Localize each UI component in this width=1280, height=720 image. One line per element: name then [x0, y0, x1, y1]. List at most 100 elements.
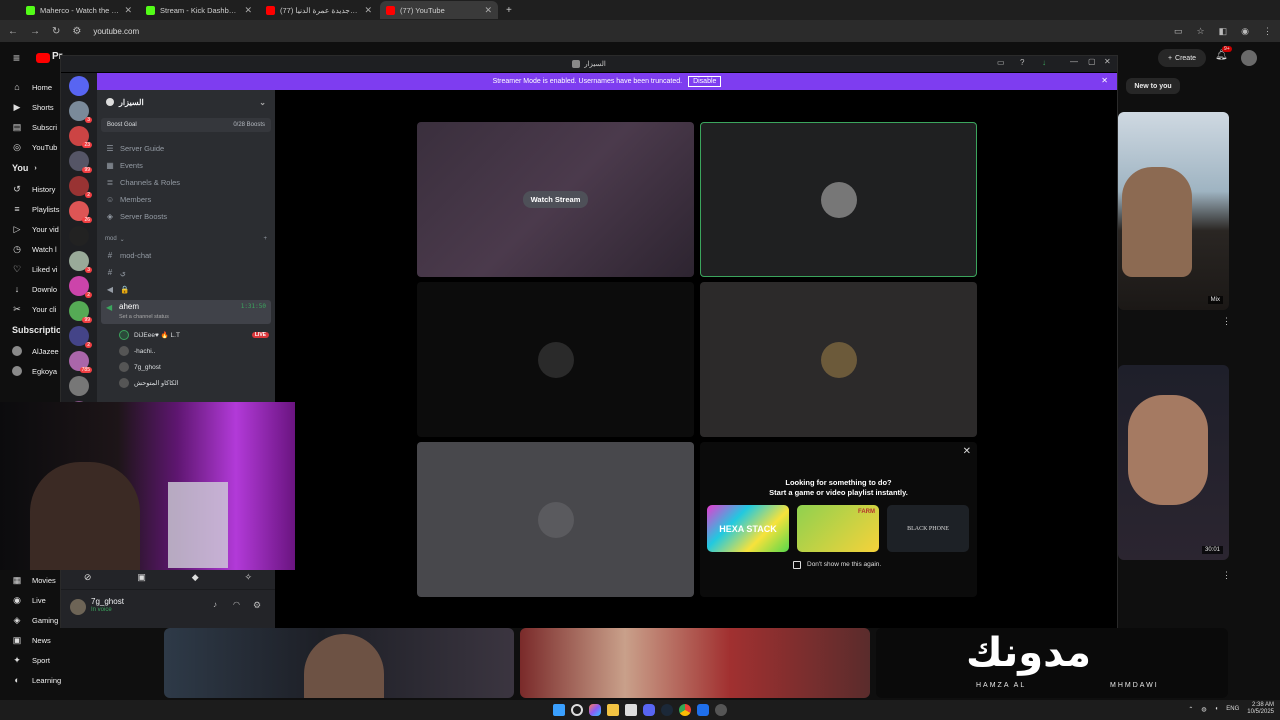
server-menu-item[interactable]: ≣ Channels & Roles — [97, 174, 275, 191]
participant-tile[interactable] — [417, 442, 694, 597]
app-icon[interactable] — [697, 704, 709, 716]
disable-streamer-mode-button[interactable]: Disable — [688, 76, 722, 87]
server-icon[interactable] — [69, 376, 89, 396]
new-tab-icon[interactable]: + — [506, 5, 512, 16]
voice-channel-ahem[interactable]: ◀ ahem 1:31:50 Set a channel status — [101, 300, 271, 324]
voice-user[interactable]: 7g_ghost — [97, 359, 275, 375]
dont-show-checkbox[interactable] — [793, 561, 801, 569]
stream-tile[interactable]: Watch Stream — [417, 122, 694, 277]
language-indicator[interactable]: ENG — [1226, 706, 1239, 712]
clock[interactable]: 2:38 AM 10/5/2025 — [1247, 702, 1274, 716]
chip-new-to-you[interactable]: New to you — [1126, 78, 1180, 94]
participant-tile-speaking[interactable] — [700, 122, 977, 277]
video-thumbnail[interactable]: Mix — [1118, 112, 1229, 310]
close-suggestion-icon[interactable]: ✕ — [963, 446, 971, 457]
game-card-farm[interactable]: FARM — [797, 505, 879, 552]
start-icon[interactable] — [553, 704, 565, 716]
url-field[interactable]: youtube.com — [93, 27, 139, 36]
camera-off-icon[interactable]: ⊘ — [84, 572, 92, 583]
site-info-icon[interactable]: ⚙ — [72, 26, 81, 37]
sidebar-item[interactable]: ▶ Shorts — [0, 97, 64, 117]
bookmark-star-icon[interactable]: ☆ — [1197, 26, 1205, 37]
add-channel-icon[interactable]: + — [263, 236, 267, 242]
voice-user[interactable]: الكاكاو المتوحش — [97, 375, 275, 391]
video-thumbnail[interactable] — [520, 628, 870, 698]
voice-user[interactable]: DiJEee♥ 🔥 L.T LIVE — [97, 327, 275, 343]
banner-close-icon[interactable]: ✕ — [1101, 76, 1108, 85]
extensions-icon[interactable]: ◧ — [1219, 26, 1228, 37]
hamburger-icon[interactable]: ≡ — [13, 51, 20, 65]
account-icon[interactable]: ◉ — [1241, 26, 1249, 37]
sidebar-item[interactable]: ↺ History — [0, 179, 64, 199]
sidebar-item[interactable]: ◎ YouTub — [0, 137, 64, 157]
store-icon[interactable] — [625, 704, 637, 716]
settings-gear-icon[interactable]: ⚙ — [253, 600, 261, 611]
soundboard-icon[interactable]: ✧ — [244, 572, 252, 583]
server-icon[interactable]: 3 — [69, 101, 92, 123]
steam-icon[interactable] — [661, 704, 673, 716]
sidebar-item[interactable]: Egkoya — [0, 361, 64, 381]
game-card-black-phone[interactable]: BLACK PHONE — [887, 505, 969, 552]
server-menu-item[interactable]: ☺ Members — [97, 191, 275, 208]
screen-share-icon[interactable]: ▣ — [137, 572, 146, 583]
sidebar-item[interactable]: ✦ Sport — [0, 650, 64, 670]
channel-item[interactable]: # mod-chat — [97, 247, 275, 264]
boost-goal[interactable]: Boost Goal 0/28 Boosts — [101, 118, 271, 132]
sidebar-item[interactable]: ▦ Movies — [0, 570, 64, 590]
sidebar-item[interactable]: ◉ Live — [0, 590, 64, 610]
browser-tab-active[interactable]: (77) YouTube ✕ — [380, 1, 498, 19]
server-icon[interactable]: 26 — [69, 201, 92, 223]
minimize-icon[interactable]: — — [1070, 57, 1078, 66]
app-icon[interactable] — [715, 704, 727, 716]
reload-icon[interactable]: ↻ — [52, 26, 60, 37]
help-icon[interactable]: ? — [1020, 58, 1024, 67]
inbox-icon[interactable]: ▭ — [997, 58, 1005, 67]
mic-icon[interactable]: ♪ — [213, 600, 217, 609]
server-menu-item[interactable]: ☰ Server Guide — [97, 140, 275, 157]
sidebar-item[interactable]: ↓ Downlo — [0, 279, 64, 299]
create-button[interactable]: + Create — [1158, 49, 1206, 67]
volume-icon[interactable]: ◖ — [1215, 706, 1219, 712]
close-window-icon[interactable]: ✕ — [1104, 57, 1111, 66]
forward-icon[interactable]: → — [30, 26, 40, 37]
watch-stream-button[interactable]: Watch Stream — [522, 191, 589, 208]
copilot-icon[interactable] — [589, 704, 601, 716]
server-menu-item[interactable]: ◈ Server Boosts — [97, 208, 275, 225]
sidebar-item[interactable]: ▤ Subscri — [0, 117, 64, 137]
activity-icon[interactable]: ◆ — [192, 572, 199, 583]
maximize-icon[interactable]: ▢ — [1088, 57, 1096, 66]
sidebar-item[interactable]: ✂ Your cli — [0, 299, 64, 319]
video-thumbnail[interactable]: 30:01 — [1118, 365, 1229, 560]
server-icon[interactable]: 785 — [69, 351, 92, 373]
back-icon[interactable]: ← — [8, 26, 18, 37]
sidebar-item[interactable]: ≡ Playlists — [0, 199, 64, 219]
video-menu-icon[interactable]: ⋮ — [1222, 316, 1231, 327]
avatar[interactable] — [70, 599, 86, 615]
chevron-up-icon[interactable]: ⌃ — [1188, 706, 1193, 713]
sidebar-item[interactable]: ◐ Learning — [0, 670, 64, 690]
video-thumbnail[interactable] — [164, 628, 514, 698]
game-card-hexa[interactable]: HEXA STACK — [707, 505, 789, 552]
chrome-icon[interactable] — [679, 704, 691, 716]
browser-tab[interactable]: Maherco - Watch the VOD on K✕ — [20, 1, 138, 19]
video-menu-icon[interactable]: ⋮ — [1222, 570, 1231, 581]
search-icon[interactable] — [571, 704, 583, 716]
close-tab-icon[interactable]: ✕ — [364, 5, 372, 16]
you-section-heading[interactable]: You › — [0, 157, 64, 179]
participant-tile[interactable] — [417, 282, 694, 437]
sidebar-item[interactable]: ⌂ Home — [0, 77, 64, 97]
close-tab-icon[interactable]: ✕ — [484, 5, 492, 16]
browser-tab[interactable]: لعبة جديدة عمرة الدنيا (77) ✕ — [260, 1, 378, 19]
server-menu-item[interactable]: ▦ Events — [97, 157, 275, 174]
discord-taskbar-icon[interactable] — [643, 704, 655, 716]
file-explorer-icon[interactable] — [607, 704, 619, 716]
server-icon[interactable]: 2 — [69, 276, 92, 298]
server-icon[interactable]: 23 — [69, 126, 92, 148]
channel-item[interactable]: ◀ 🔒 — [97, 281, 275, 298]
server-icon[interactable]: 2 — [69, 326, 92, 348]
voice-user[interactable]: -hachi.. — [97, 343, 275, 359]
server-icon[interactable]: 3 — [69, 251, 92, 273]
youtube-logo-icon[interactable] — [36, 53, 50, 63]
server-icon[interactable]: 99 — [69, 301, 92, 323]
headphones-icon[interactable]: ◠ — [233, 600, 240, 609]
